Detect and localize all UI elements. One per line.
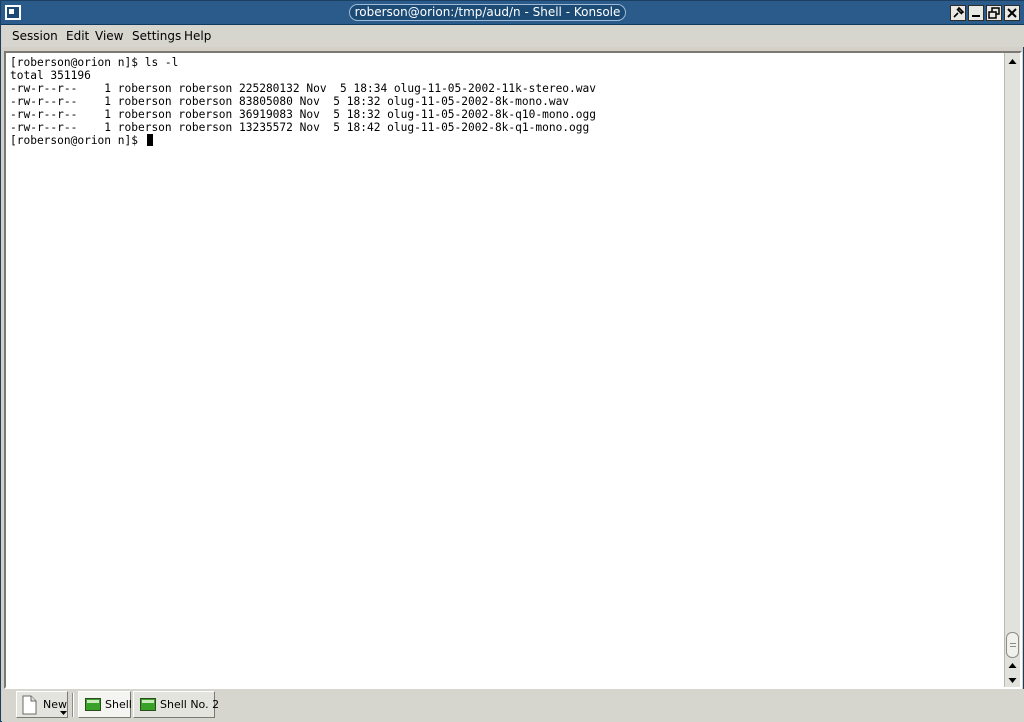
toolbar-separator xyxy=(72,693,74,717)
minimize-icon[interactable] xyxy=(968,5,984,21)
pin-icon[interactable] xyxy=(950,5,966,21)
terminal-line: total 351196 xyxy=(10,69,91,82)
terminal-frame: [roberson@orion n]$ ls -l total 351196 -… xyxy=(4,51,1022,689)
menu-settings[interactable]: Settings xyxy=(132,28,181,44)
scroll-up-icon[interactable] xyxy=(1005,54,1020,68)
window-menu-icon[interactable] xyxy=(5,5,21,20)
menu-view[interactable]: View xyxy=(95,28,123,44)
terminal-line: -rw-r--r-- 1 roberson roberson 13235572 … xyxy=(10,121,590,134)
terminal-line: -rw-r--r-- 1 roberson roberson 225280132… xyxy=(10,82,596,95)
dropdown-arrow-icon xyxy=(60,711,67,715)
terminal-prompt: [roberson@orion n]$ xyxy=(10,134,145,147)
tab-shell-no-2[interactable]: Shell No. 2 xyxy=(133,691,219,718)
menu-bar: Session Edit View Settings Help xyxy=(2,25,1024,47)
terminal-line: -rw-r--r-- 1 roberson roberson 36919083 … xyxy=(10,108,596,121)
title-bar[interactable]: roberson@orion:/tmp/aud/n - Shell - Kons… xyxy=(1,1,1024,25)
tab-label: Shell xyxy=(105,698,132,711)
vertical-scrollbar[interactable] xyxy=(1004,53,1020,687)
terminal-prompt-line: [roberson@orion n]$ xyxy=(10,134,153,147)
tab-label: Shell No. 2 xyxy=(160,698,220,711)
terminal-view[interactable]: [roberson@orion n]$ ls -l total 351196 -… xyxy=(8,55,1004,685)
terminal-icon xyxy=(140,698,156,711)
window-title: roberson@orion:/tmp/aud/n - Shell - Kons… xyxy=(349,4,626,21)
scroll-down-icon[interactable] xyxy=(1005,672,1020,686)
scroll-up-icon[interactable] xyxy=(1005,658,1020,672)
terminal-line: [roberson@orion n]$ ls -l xyxy=(10,56,179,69)
menu-help[interactable]: Help xyxy=(184,28,211,44)
session-tab-bar: New Shell Shell No. 2 xyxy=(2,689,1024,722)
konsole-window: roberson@orion:/tmp/aud/n - Shell - Kons… xyxy=(0,0,1024,722)
terminal-icon xyxy=(85,698,101,711)
menu-session[interactable]: Session xyxy=(12,28,58,44)
terminal-line: -rw-r--r-- 1 roberson roberson 83805080 … xyxy=(10,95,570,108)
tab-shell[interactable]: Shell xyxy=(78,691,132,718)
menu-edit[interactable]: Edit xyxy=(66,28,89,44)
new-session-button[interactable]: New xyxy=(16,691,68,718)
scrollbar-thumb[interactable] xyxy=(1006,632,1019,658)
text-cursor xyxy=(146,134,153,146)
maximize-icon[interactable] xyxy=(986,5,1002,21)
new-document-icon xyxy=(22,695,37,715)
close-icon[interactable] xyxy=(1004,5,1020,21)
